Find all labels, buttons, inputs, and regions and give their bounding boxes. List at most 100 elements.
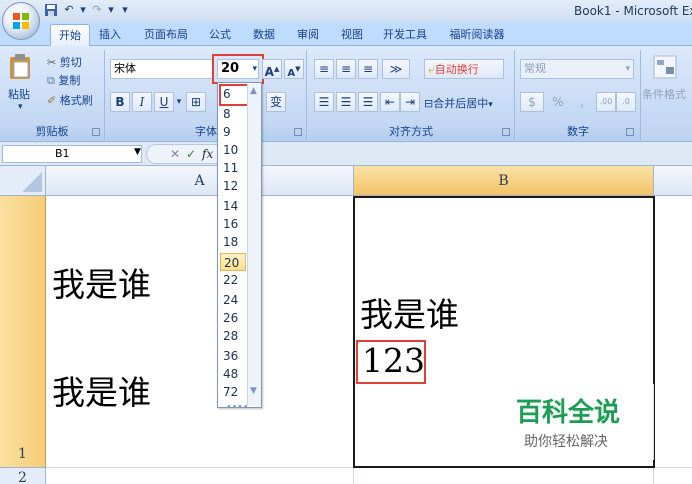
format-painter-label: 格式刷 xyxy=(59,94,93,107)
column-header-c[interactable] xyxy=(654,166,692,196)
tab-foxit-reader[interactable]: 福昕阅读器 xyxy=(442,24,512,46)
font-size-option-18[interactable]: 18 xyxy=(220,233,246,251)
font-size-option-9[interactable]: 9 xyxy=(220,123,246,141)
align-right-icon[interactable]: ☰ xyxy=(358,92,378,112)
font-size-option-24[interactable]: 24 xyxy=(220,291,246,309)
font-size-option-22[interactable]: 22 xyxy=(220,271,246,289)
currency-icon[interactable]: $ xyxy=(520,92,544,112)
font-size-option-72[interactable]: 72 xyxy=(220,383,246,401)
tab-review[interactable]: 审阅 xyxy=(290,24,326,46)
tab-home[interactable]: 开始 xyxy=(50,24,90,46)
font-size-dropdown-icon[interactable]: ▾ xyxy=(252,60,257,78)
copy-label: 复制 xyxy=(58,74,81,87)
align-center-icon[interactable]: ☰ xyxy=(336,92,356,112)
row-header-1-label: 1 xyxy=(18,446,27,462)
paste-button[interactable]: 粘贴 xyxy=(8,86,30,102)
borders-icon[interactable]: ⊞ xyxy=(186,92,206,112)
conditional-format-icon[interactable] xyxy=(652,54,678,80)
font-size-option-48[interactable]: 48 xyxy=(220,365,246,383)
cell-a1-line2: 我是谁 xyxy=(52,373,151,412)
font-size-option-28[interactable]: 28 xyxy=(220,327,246,345)
font-size-option-20[interactable]: 20 xyxy=(220,253,246,271)
shrink-font-button[interactable]: A▼ xyxy=(284,59,304,79)
align-bottom-icon[interactable]: ≡ xyxy=(358,59,378,79)
name-box-dropdown-icon[interactable]: ▼ xyxy=(134,147,141,157)
office-button[interactable] xyxy=(2,2,40,40)
customize-quick-access-icon[interactable]: ▾ xyxy=(118,3,132,17)
clipboard-launcher-icon[interactable] xyxy=(92,128,100,136)
paste-icon[interactable] xyxy=(6,52,36,82)
font-size-option-16[interactable]: 16 xyxy=(220,215,246,233)
insert-function-icon[interactable]: fx xyxy=(202,147,213,161)
redo-dropdown-icon[interactable]: ▾ xyxy=(104,3,118,17)
group-label-font: 字体 xyxy=(106,124,306,140)
percent-button[interactable]: % xyxy=(548,92,568,112)
watermark-logo-title: 百科全说 xyxy=(516,398,621,428)
undo-dropdown-icon[interactable]: ▾ xyxy=(76,3,90,17)
dropdown-resize-grip-icon[interactable]: ∙∙∙∙ xyxy=(226,402,249,412)
dropdown-scrollbar[interactable]: ▲ ▼ xyxy=(247,84,261,406)
merge-icon: ⊟ xyxy=(424,97,434,110)
tab-page-layout[interactable]: 页面布局 xyxy=(136,24,196,46)
font-size-option-14[interactable]: 14 xyxy=(220,197,246,215)
tab-formulas[interactable]: 公式 xyxy=(202,24,238,46)
underline-button[interactable]: U xyxy=(154,92,174,112)
column-header-b[interactable]: B xyxy=(354,166,654,196)
tab-developer[interactable]: 开发工具 xyxy=(376,24,434,46)
grow-font-button[interactable]: A▲ xyxy=(262,59,282,79)
number-format-combo[interactable]: 常规 ▾ xyxy=(520,59,634,79)
merge-center-button[interactable]: ⊟合并后居中▾ xyxy=(424,95,493,111)
tab-data[interactable]: 数据 xyxy=(246,24,282,46)
alignment-launcher-icon[interactable] xyxy=(502,128,510,136)
row-header-1[interactable] xyxy=(0,196,46,468)
conditional-format-button[interactable]: 条件格式 xyxy=(642,86,686,102)
save-icon[interactable] xyxy=(44,3,58,17)
font-size-option-12[interactable]: 12 xyxy=(220,177,246,195)
group-label-number: 数字 xyxy=(516,124,640,140)
column-header-a[interactable]: A xyxy=(46,166,354,196)
format-painter-button[interactable]: ✐ 格式刷 xyxy=(47,92,93,108)
font-name-combo[interactable]: 宋体 xyxy=(110,59,214,79)
comma-button[interactable]: , xyxy=(572,92,592,112)
number-launcher-icon[interactable] xyxy=(626,128,634,136)
scroll-down-icon[interactable]: ▼ xyxy=(250,386,257,396)
increase-decimal-button[interactable]: .00 xyxy=(596,92,616,112)
font-color-icon[interactable]: 变 xyxy=(266,92,286,112)
align-left-icon[interactable]: ☰ xyxy=(314,92,334,112)
name-box[interactable]: B1 xyxy=(2,145,142,163)
cell-a1-line1: 我是谁 xyxy=(52,265,151,304)
redo-icon[interactable]: ↷ xyxy=(90,3,104,17)
cancel-icon[interactable]: ✕ xyxy=(170,147,180,161)
decrease-decimal-button[interactable]: .0 xyxy=(616,92,636,112)
cut-button[interactable]: ✂ 剪切 xyxy=(47,54,82,70)
align-top-icon[interactable]: ≡ xyxy=(314,59,334,79)
undo-icon[interactable]: ↶ xyxy=(62,3,76,17)
font-size-option-10[interactable]: 10 xyxy=(220,141,246,159)
tab-insert[interactable]: 插入 xyxy=(92,24,128,46)
group-label-alignment: 对齐方式 xyxy=(308,124,514,140)
align-middle-icon[interactable]: ≡ xyxy=(336,59,356,79)
font-size-combo[interactable]: 20 ▾ xyxy=(217,59,259,79)
decrease-indent-icon[interactable]: ⇤ xyxy=(380,92,400,112)
font-size-option-36[interactable]: 36 xyxy=(220,347,246,365)
tab-view[interactable]: 视图 xyxy=(334,24,370,46)
orientation-icon[interactable]: ≫ xyxy=(382,59,410,79)
cell-b1-line2: 123 xyxy=(362,341,425,380)
font-size-6-highlight xyxy=(219,84,249,106)
enter-icon[interactable]: ✓ xyxy=(186,147,196,161)
font-size-option-26[interactable]: 26 xyxy=(220,309,246,327)
italic-button[interactable]: I xyxy=(132,92,152,112)
copy-button[interactable]: ⧉ 复制 xyxy=(47,72,80,88)
font-size-option-11[interactable]: 11 xyxy=(220,159,246,177)
group-separator xyxy=(640,50,641,140)
wrap-text-button[interactable]: ⤶自动换行 xyxy=(424,59,504,79)
underline-dropdown-icon[interactable]: ▾ xyxy=(174,92,184,112)
font-launcher-icon[interactable] xyxy=(294,128,302,136)
wrap-text-icon: ⤶ xyxy=(428,62,435,76)
bold-button[interactable]: B xyxy=(110,92,130,112)
scroll-up-icon[interactable]: ▲ xyxy=(250,86,257,96)
font-size-option-8[interactable]: 8 xyxy=(220,105,246,123)
watermark-logo-subtitle: 助你轻松解决 xyxy=(524,434,608,450)
paste-dropdown-icon[interactable]: ▾ xyxy=(18,102,23,112)
increase-indent-icon[interactable]: ⇥ xyxy=(400,92,420,112)
